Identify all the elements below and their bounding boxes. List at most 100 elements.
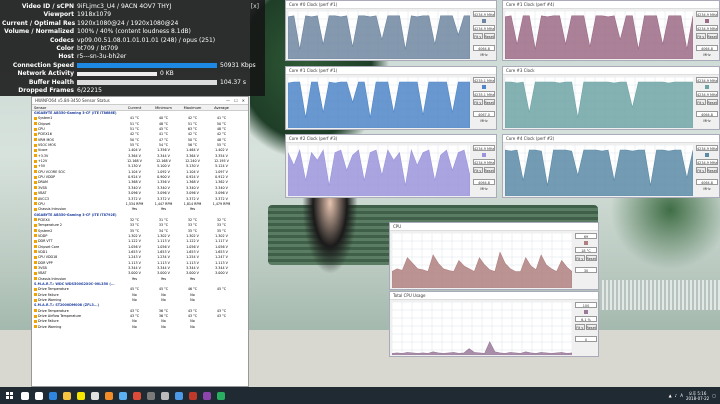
graph-plot <box>392 302 572 355</box>
reset-button[interactable]: Reset <box>585 324 597 330</box>
series-color-swatch[interactable] <box>482 19 486 23</box>
reset-button[interactable]: Reset <box>483 33 495 39</box>
series-color-swatch[interactable] <box>584 241 588 245</box>
graph-title: CPU <box>390 223 598 231</box>
app-icon-9[interactable] <box>214 387 228 404</box>
kakaotalk-icon[interactable] <box>74 387 88 404</box>
series-color-swatch[interactable] <box>482 85 486 89</box>
graph-buttons: Fit y Reset <box>696 33 718 39</box>
sensor-icon <box>34 132 37 136</box>
tray-language[interactable]: A <box>680 393 683 398</box>
col-minimum[interactable]: Minimum <box>149 105 178 110</box>
app-icon-7[interactable] <box>186 387 200 404</box>
taskbar-clock[interactable]: 오후 5:16 2018-07-22 <box>686 391 709 401</box>
sensor-graph-window[interactable]: Core #0 Clock (perf #1) 4234.9 MHz 4234.9 … <box>285 0 497 61</box>
notifications-icon[interactable]: ▢ <box>712 393 716 398</box>
sensor-name: +3.3V <box>38 153 49 158</box>
fit-y-button[interactable]: Fit y <box>696 167 706 173</box>
series-color-swatch[interactable] <box>705 153 709 157</box>
sensor-avg-cell <box>207 325 236 330</box>
graph-series-area <box>288 148 470 196</box>
chrome-icon[interactable] <box>130 387 144 404</box>
sensor-graph-window[interactable]: Core #1 Clock (perf #1) 4235.1 MHz 4235.1 … <box>285 66 497 130</box>
sensor-icon <box>34 298 37 302</box>
series-color-swatch[interactable] <box>705 19 709 23</box>
graph-series-area <box>505 81 693 128</box>
stats-meter-bar <box>77 79 217 85</box>
sensor-name: Drive Temperature <box>38 287 69 292</box>
sensor-row[interactable]: Drive Warning No No No <box>32 325 248 330</box>
graph-buttons: Fit y Reset <box>473 167 495 173</box>
app-icon-3[interactable] <box>116 387 130 404</box>
col-average[interactable]: Average <box>207 105 236 110</box>
fit-y-button[interactable]: Fit y <box>473 167 483 173</box>
fit-y-button[interactable]: Fit y <box>575 255 585 261</box>
app-icon-4[interactable] <box>144 387 158 404</box>
app-icon-8[interactable] <box>200 387 214 404</box>
maximize-icon[interactable]: ☐ <box>234 98 238 103</box>
stats-close-button[interactable]: [x] <box>251 3 259 10</box>
explorer-icon[interactable] <box>60 387 74 404</box>
stats-value: 9iFLjmc3_U4 / 9ACN 4OV7 THYJ <box>77 3 263 11</box>
tray-volume-icon[interactable]: ♪ <box>675 393 678 398</box>
sensor-icon <box>34 148 37 152</box>
graph-plot <box>505 77 693 128</box>
graph-min-value: 0 <box>575 336 597 342</box>
col-maximum[interactable]: Maximum <box>178 105 207 110</box>
sensor-icon <box>34 116 37 120</box>
hwinfo-titlebar[interactable]: HWiNFO64 v5.84-3450 Sensor Status — ☐ ✕ <box>32 97 248 105</box>
series-color-swatch[interactable] <box>482 153 486 157</box>
sensor-graph-window[interactable]: Core #1 Clock (perf #4) 4234.9 MHz 4234.9 … <box>502 0 720 61</box>
app-icon-1[interactable] <box>88 387 102 404</box>
sensor-name: Drive Warning <box>38 298 62 303</box>
sensor-name: Vcore <box>38 148 48 153</box>
col-current[interactable]: Current <box>120 105 149 110</box>
clock-time: 오후 5:16 <box>688 390 707 396</box>
reset-button[interactable]: Reset <box>483 167 495 173</box>
fit-y-button[interactable]: Fit y <box>473 33 483 39</box>
sensor-graph-window[interactable]: Total CPU Usage 100 6.1 % Fit y Reset 0 <box>389 291 599 357</box>
sensor-icon <box>34 271 37 275</box>
tray-network-icon[interactable]: ▲ <box>669 393 672 398</box>
app-icon-6[interactable] <box>172 387 186 404</box>
edge-icon[interactable] <box>46 387 60 404</box>
graph-side-panel: 4234.9 MHz 4234.9 MHz Fit y Reset 4064.8 MHz <box>696 11 718 57</box>
graph-side-panel: 4235.1 MHz 4235.1 MHz Fit y Reset 4067.0 MHz <box>473 77 495 123</box>
minimize-icon[interactable]: — <box>226 98 230 103</box>
col-sensor[interactable]: Sensor <box>32 105 120 110</box>
reset-button[interactable]: Reset <box>585 255 597 261</box>
graph-min-value: 4064.8 MHz <box>473 179 495 191</box>
stats-value-text: 1920x1080@24 / 1920x1080@24 <box>77 19 179 27</box>
reset-button[interactable]: Reset <box>706 33 718 39</box>
graph-title: Total CPU Usage <box>390 292 598 300</box>
series-color-swatch[interactable] <box>584 310 588 314</box>
reset-button[interactable]: Reset <box>706 99 718 105</box>
reset-button[interactable]: Reset <box>483 99 495 105</box>
stats-value: 50931 Kbps <box>77 62 263 70</box>
fit-y-button[interactable]: Fit y <box>696 33 706 39</box>
sensor-name: System1 <box>38 116 53 121</box>
series-color-swatch[interactable] <box>705 85 709 89</box>
graph-min-value: 30 <box>575 267 597 273</box>
search-icon[interactable] <box>18 387 32 404</box>
graph-title: Core #4 Clock (perf #2) <box>503 135 719 143</box>
sensor-name: CPU <box>38 201 45 206</box>
fit-y-button[interactable]: Fit y <box>473 99 483 105</box>
hwinfo-sensor-window[interactable]: HWiNFO64 v5.84-3450 Sensor Status — ☐ ✕ … <box>31 96 249 387</box>
task-view-icon[interactable] <box>32 387 46 404</box>
reset-button[interactable]: Reset <box>706 167 718 173</box>
sensor-graph-window[interactable]: Core #2 Clock (perf #3) 4234.9 MHz 4234.9 … <box>285 134 497 198</box>
app-icon-2[interactable] <box>102 387 116 404</box>
fit-y-button[interactable]: Fit y <box>575 324 585 330</box>
clock-date: 2018-07-22 <box>685 395 710 401</box>
start-button[interactable] <box>0 387 18 404</box>
graph-max-value: 4234.9 MHz <box>696 77 718 83</box>
close-icon[interactable]: ✕ <box>242 98 245 103</box>
fit-y-button[interactable]: Fit y <box>696 99 706 105</box>
sensor-graph-window[interactable]: Core #4 Clock (perf #2) 4234.9 MHz 4234.9 … <box>502 134 720 198</box>
sensor-graph-window[interactable]: CPU 69 18 °C Fit y Reset 30 <box>389 222 599 290</box>
sensor-name: Temperature 2 <box>38 223 63 228</box>
sensor-icon <box>34 255 37 259</box>
sensor-graph-window[interactable]: Core #3 Clock 4234.9 MHz 4234.9 MHz Fit y Re… <box>502 66 720 130</box>
app-icon-5[interactable] <box>158 387 172 404</box>
